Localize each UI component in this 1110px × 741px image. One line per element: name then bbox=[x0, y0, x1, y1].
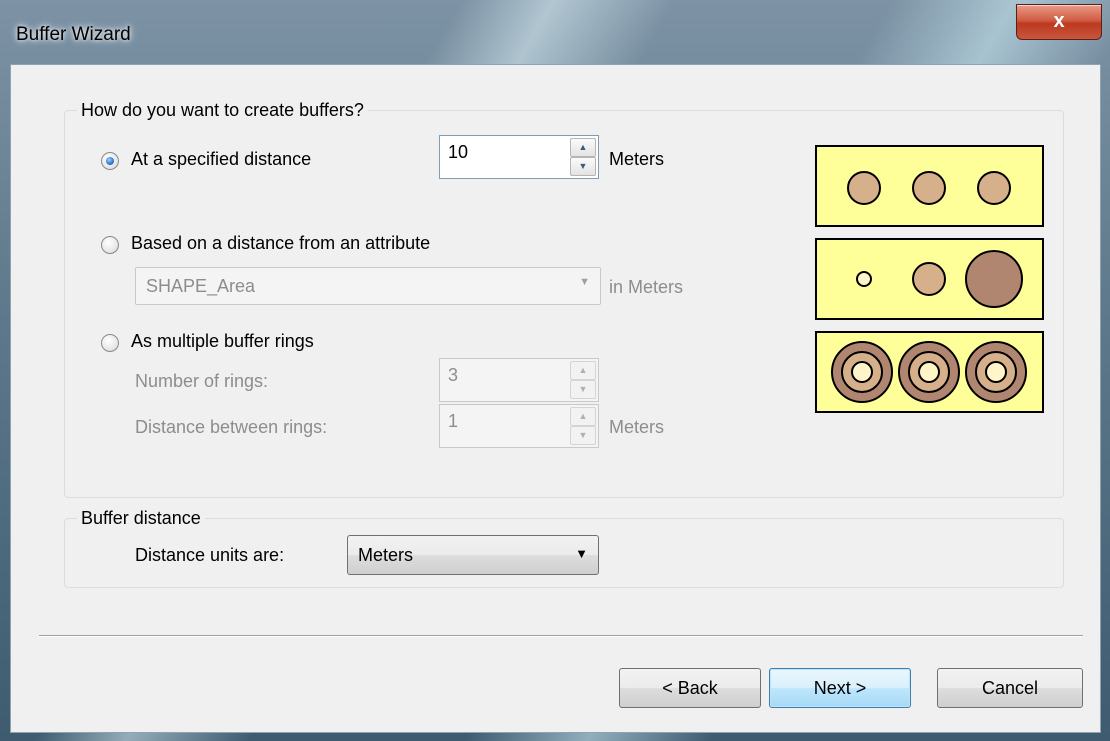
button-separator bbox=[39, 635, 1083, 637]
rings-spinner: 3 ▲ ▼ bbox=[439, 358, 599, 402]
rings-value: 3 bbox=[448, 365, 459, 385]
close-button[interactable]: x bbox=[1016, 4, 1102, 40]
spin-up-icon[interactable]: ▲ bbox=[570, 138, 596, 157]
equal-circles-diagram bbox=[847, 171, 1011, 205]
attribute-field-select: SHAPE_Area ▼ bbox=[135, 267, 601, 305]
spin-down-icon[interactable]: ▼ bbox=[570, 157, 596, 176]
attribute-units-label: in Meters bbox=[609, 277, 684, 297]
distance-units-value[interactable]: Meters bbox=[358, 545, 413, 566]
distance-units-select[interactable]: Meters ▼ bbox=[347, 535, 599, 575]
buffer-distance-legend: Buffer distance bbox=[77, 508, 205, 529]
preview-multiple-rings bbox=[815, 331, 1044, 413]
radio-multiple-rings[interactable] bbox=[101, 334, 119, 352]
distance-between-rings-label: Distance between rings: bbox=[135, 417, 328, 437]
back-button[interactable]: < Back bbox=[619, 668, 761, 708]
number-of-rings-label: Number of rings: bbox=[135, 371, 269, 391]
distance-spinner[interactable]: 10 ▲ ▼ bbox=[439, 135, 599, 179]
dialog-client-area: How do you want to create buffers? At a … bbox=[10, 64, 1101, 733]
distance-spin-arrows[interactable]: ▲ ▼ bbox=[570, 138, 596, 176]
ring-distance-spinner: 1 ▲ ▼ bbox=[439, 404, 599, 448]
distance-units-are-label: Distance units are: bbox=[135, 545, 285, 565]
radio-specified-distance[interactable] bbox=[101, 152, 119, 170]
ring-distance-units-label: Meters bbox=[609, 417, 665, 437]
chevron-down-icon: ▼ bbox=[579, 276, 590, 288]
radio-attribute-distance[interactable] bbox=[101, 236, 119, 254]
preview-specified-distance bbox=[815, 145, 1044, 227]
next-button[interactable]: Next > bbox=[769, 668, 911, 708]
create-buffers-legend: How do you want to create buffers? bbox=[77, 100, 368, 121]
spin-up-icon: ▲ bbox=[570, 361, 596, 380]
rings-spin-arrows: ▲ ▼ bbox=[570, 361, 596, 399]
spin-up-icon: ▲ bbox=[570, 407, 596, 426]
ring-distance-spin-arrows: ▲ ▼ bbox=[570, 407, 596, 445]
window-title: Buffer Wizard bbox=[16, 24, 131, 45]
window-frame: Buffer Wizard x How do you want to creat… bbox=[0, 0, 1110, 741]
multiple-rings-label[interactable]: As multiple buffer rings bbox=[131, 331, 314, 352]
preview-attribute-distance bbox=[815, 238, 1044, 320]
spin-down-icon: ▼ bbox=[570, 426, 596, 445]
variable-circles-diagram bbox=[856, 250, 1023, 308]
specified-distance-label[interactable]: At a specified distance bbox=[131, 149, 311, 170]
distance-value[interactable]: 10 bbox=[448, 142, 468, 163]
close-icon: x bbox=[1053, 10, 1065, 32]
attribute-field-value: SHAPE_Area bbox=[146, 276, 256, 296]
spin-down-icon: ▼ bbox=[570, 380, 596, 399]
ring-distance-value: 1 bbox=[448, 411, 459, 431]
title-bar[interactable]: Buffer Wizard x bbox=[0, 0, 1110, 64]
chevron-down-icon[interactable]: ▼ bbox=[575, 546, 588, 561]
distance-units-label: Meters bbox=[609, 149, 665, 169]
ring-circles-diagram bbox=[831, 341, 1027, 403]
attribute-distance-label[interactable]: Based on a distance from an attribute bbox=[131, 233, 430, 254]
cancel-button[interactable]: Cancel bbox=[937, 668, 1083, 708]
